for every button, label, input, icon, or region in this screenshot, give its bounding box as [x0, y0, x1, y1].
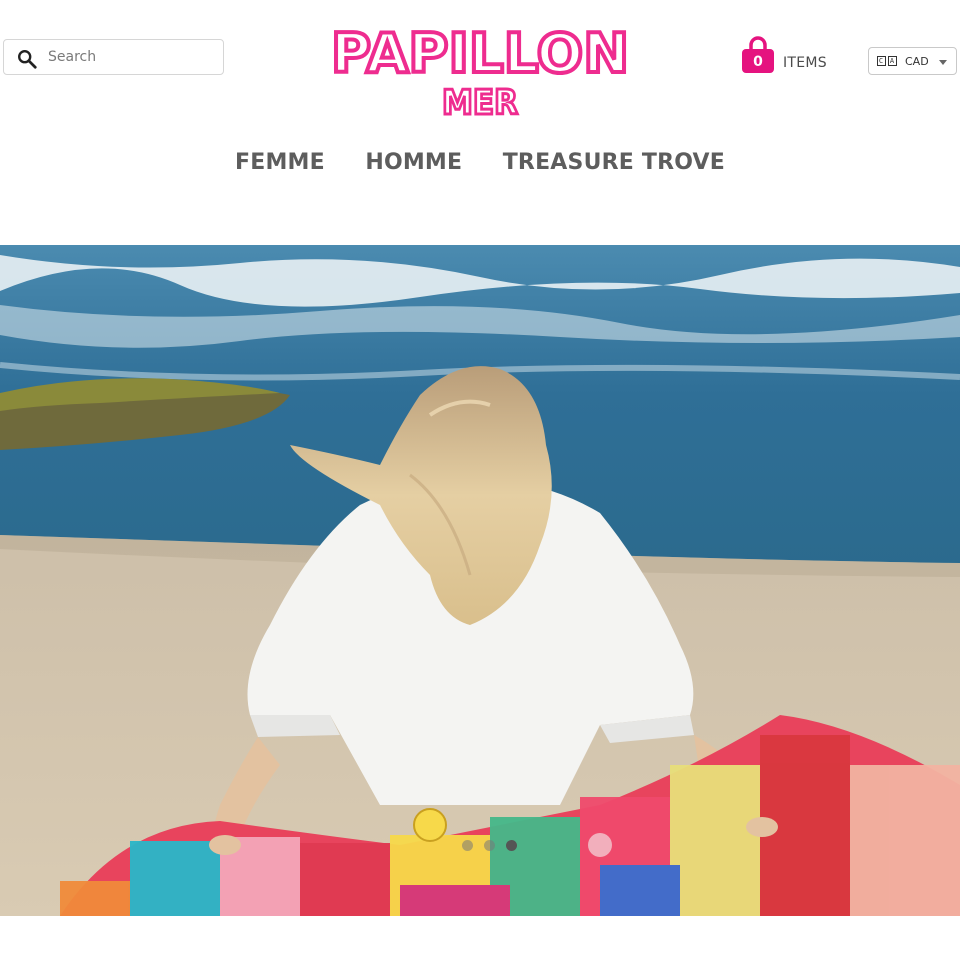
slide-dot-2[interactable]	[484, 840, 495, 851]
cart-count: 0	[753, 54, 763, 70]
flag-icon: CA	[877, 56, 897, 66]
nav-item-treasure-trove[interactable]: TREASURE TROVE	[503, 150, 725, 175]
nav-item-homme[interactable]: HOMME	[365, 150, 462, 175]
currency-code: CAD	[905, 55, 929, 68]
currency-selector[interactable]: CA CAD	[868, 47, 957, 75]
cart-label: ITEMS	[783, 55, 827, 71]
logo-line2: MER	[442, 83, 518, 122]
logo-line1: PAPILLON	[331, 22, 629, 85]
search-input[interactable]	[48, 44, 218, 70]
site-logo[interactable]: PAPILLON MER	[326, 18, 634, 122]
search-icon[interactable]	[16, 48, 38, 70]
main-nav: FEMME HOMME TREASURE TROVE	[0, 150, 960, 182]
cart-button[interactable]: 0 ITEMS	[740, 36, 840, 76]
hero-slideshow[interactable]	[0, 245, 960, 916]
slide-dot-1[interactable]	[462, 840, 473, 851]
nav-item-femme[interactable]: FEMME	[235, 150, 325, 175]
chevron-down-icon	[939, 60, 947, 65]
hero-image	[0, 245, 960, 916]
search-box[interactable]	[3, 39, 224, 75]
slide-dot-3[interactable]	[506, 840, 517, 851]
